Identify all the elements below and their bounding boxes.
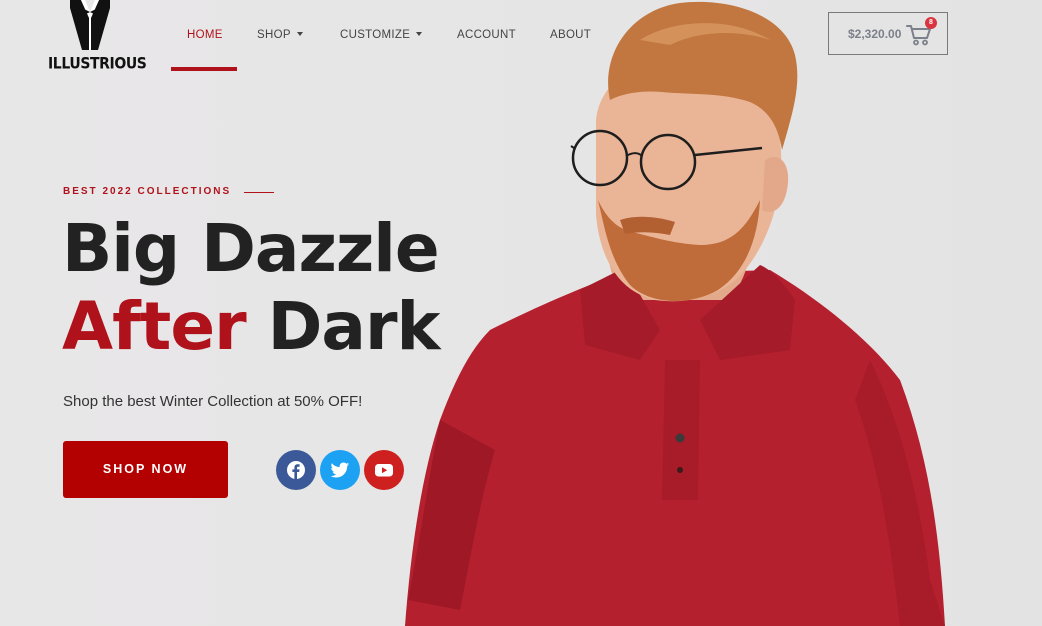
nav-home-label: HOME (187, 29, 223, 41)
youtube-icon (375, 464, 393, 477)
hero-headline-line2: After Dark (62, 294, 440, 360)
facebook-button[interactable] (276, 450, 316, 490)
twitter-icon (330, 462, 350, 478)
hero-subtitle: Shop the best Winter Collection at 50% O… (63, 393, 363, 410)
chevron-down-icon (296, 31, 303, 36)
facebook-icon (287, 461, 305, 479)
hero-eyebrow: BEST 2022 COLLECTIONS (63, 186, 232, 197)
nav-shop[interactable]: SHOP (257, 20, 303, 50)
youtube-button[interactable] (364, 450, 404, 490)
brand-logo[interactable]: ILLUSTRIOUS (48, 0, 147, 78)
brand-name: ILLUSTRIOUS (48, 54, 147, 74)
page: ILLUSTRIOUS HOME SHOP CUSTOMIZE ACCOUNT … (0, 0, 1042, 626)
tuxedo-icon (70, 0, 110, 50)
twitter-button[interactable] (320, 450, 360, 490)
nav-shop-label: SHOP (257, 29, 291, 41)
hero-headline-accent: After (62, 288, 247, 365)
nav-active-indicator (171, 67, 237, 71)
nav-home[interactable]: HOME (187, 20, 223, 50)
hero-headline-line1: Big Dazzle (62, 210, 440, 287)
shop-now-button[interactable]: SHOP NOW (63, 441, 228, 498)
hero-headline-rest: Dark (245, 288, 441, 365)
model-image (405, 1, 945, 626)
eyebrow-divider (244, 192, 274, 193)
